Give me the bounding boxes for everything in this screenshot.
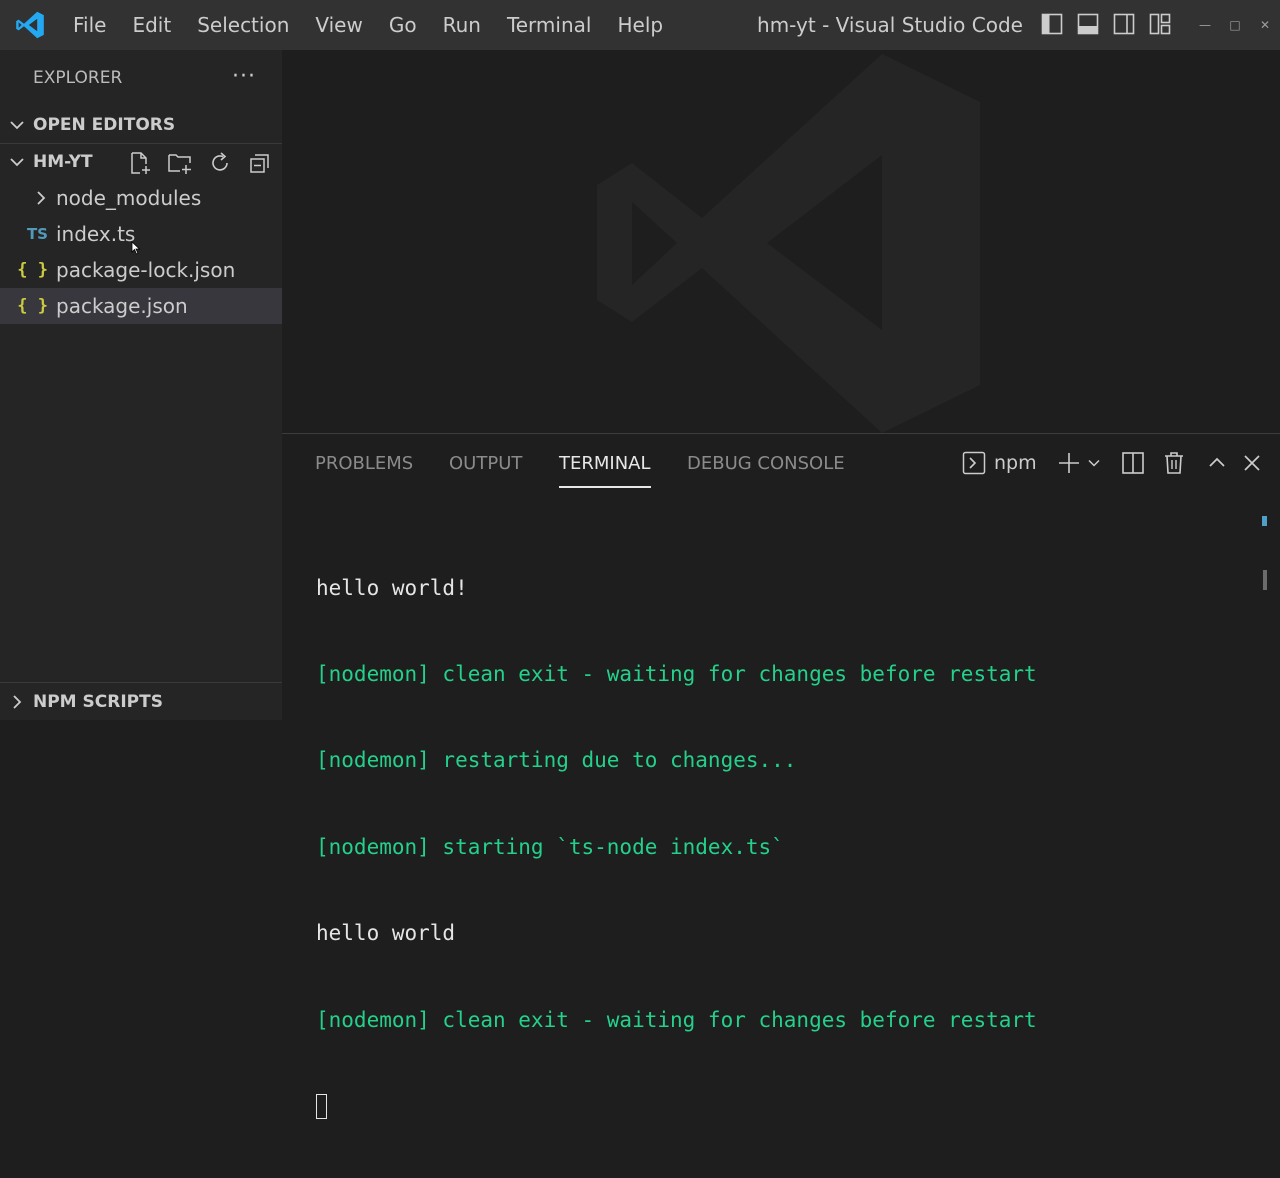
tree-item-label: package.json	[56, 294, 188, 318]
bottom-panel: PROBLEMS OUTPUT TERMINAL DEBUG CONSOLE n…	[282, 433, 1280, 1120]
menu-run[interactable]: Run	[430, 0, 494, 50]
tree-item-label: package-lock.json	[56, 258, 236, 282]
menu-go[interactable]: Go	[376, 0, 430, 50]
tree-item-label: node_modules	[56, 186, 202, 210]
terminal-line: [nodemon] restarting due to changes...	[316, 748, 797, 773]
menu-edit[interactable]: Edit	[119, 0, 184, 50]
menu-file[interactable]: File	[60, 0, 119, 50]
terminal-line: [nodemon] starting `ts-node index.ts`	[316, 834, 784, 859]
menu-bar: File Edit Selection View Go Run Terminal…	[60, 0, 676, 50]
explorer-sidebar: EXPLORER ··· OPEN EDITORS HM-YT node_mod…	[0, 50, 282, 720]
toggle-panel-icon[interactable]	[1076, 10, 1100, 38]
terminal-name[interactable]: npm	[994, 452, 1037, 474]
terminal-icon[interactable]	[962, 448, 986, 478]
close-window-icon[interactable]: ✕	[1250, 0, 1280, 50]
chevron-right-icon	[0, 694, 33, 710]
tree-item-package-lock-json[interactable]: { } package-lock.json	[0, 252, 282, 288]
tree-item-package-json[interactable]: { } package.json	[0, 288, 282, 324]
tree-item-index-ts[interactable]: TS index.ts	[0, 216, 282, 252]
new-file-icon[interactable]	[126, 149, 154, 177]
menu-selection[interactable]: Selection	[184, 0, 302, 50]
ellipsis-icon[interactable]: ···	[232, 64, 256, 89]
json-file-icon: { }	[0, 260, 56, 280]
tab-problems[interactable]: PROBLEMS	[315, 434, 413, 486]
title-bar: File Edit Selection View Go Run Terminal…	[0, 0, 1280, 50]
tree-item-label: index.ts	[56, 222, 136, 246]
customize-layout-icon[interactable]	[1148, 10, 1172, 38]
tab-terminal[interactable]: TERMINAL	[559, 434, 651, 488]
menu-view[interactable]: View	[302, 0, 375, 50]
layout-controls	[1040, 10, 1172, 38]
terminal-cursor	[316, 1094, 327, 1120]
vscode-logo-icon[interactable]	[0, 0, 60, 50]
menu-terminal[interactable]: Terminal	[494, 0, 605, 50]
plus-icon[interactable]	[1057, 448, 1081, 478]
maximize-icon[interactable]: □	[1220, 0, 1250, 50]
terminal-prompt[interactable]	[316, 1092, 1240, 1121]
editor-area	[282, 50, 1280, 433]
section-open-editors[interactable]: OPEN EDITORS	[0, 106, 282, 143]
terminal-scrollbar[interactable]	[1263, 570, 1267, 590]
terminal-output[interactable]: hello world! [nodemon] clean exit - wait…	[316, 516, 1240, 1178]
section-label: OPEN EDITORS	[33, 114, 176, 135]
collapse-all-icon[interactable]	[246, 149, 274, 177]
tab-output[interactable]: OUTPUT	[449, 434, 522, 486]
panel-actions: npm	[962, 448, 1261, 478]
menu-help[interactable]: Help	[604, 0, 676, 50]
toggle-secondary-sidebar-icon[interactable]	[1112, 10, 1136, 38]
terminal-line: [nodemon] clean exit - waiting for chang…	[316, 1007, 1037, 1032]
explorer-header: EXPLORER ···	[0, 50, 282, 106]
chevron-down-icon	[0, 154, 33, 170]
chevron-down-icon	[0, 117, 33, 133]
section-label: HM-YT	[33, 152, 93, 172]
chevron-down-icon[interactable]	[1087, 448, 1101, 478]
section-npm-scripts[interactable]: NPM SCRIPTS	[0, 682, 282, 720]
mouse-pointer-icon	[131, 241, 141, 255]
scrollbar-marker	[1262, 516, 1267, 526]
split-icon[interactable]	[1121, 448, 1145, 478]
section-project[interactable]: HM-YT	[0, 143, 282, 180]
typescript-file-icon: TS	[0, 225, 56, 243]
window-title: hm-yt - Visual Studio Code	[757, 13, 1023, 37]
chevron-right-icon	[0, 190, 56, 206]
new-folder-icon[interactable]	[166, 149, 194, 177]
explorer-actions	[126, 144, 274, 181]
json-icon-text: { }	[17, 260, 48, 280]
json-icon-text: { }	[17, 296, 48, 316]
close-icon[interactable]	[1243, 448, 1261, 478]
ts-icon-text: TS	[26, 225, 48, 243]
panel-tabs: PROBLEMS OUTPUT TERMINAL DEBUG CONSOLE n…	[282, 434, 1280, 492]
section-label: NPM SCRIPTS	[33, 691, 163, 712]
terminal-line: hello world!	[316, 575, 468, 600]
vscode-watermark-icon	[597, 54, 980, 433]
terminal-line: [nodemon] clean exit - waiting for chang…	[316, 661, 1037, 686]
window-controls: — □ ✕	[1190, 0, 1280, 50]
minimize-icon[interactable]: —	[1190, 0, 1220, 50]
toggle-primary-sidebar-icon[interactable]	[1040, 10, 1064, 38]
trash-icon[interactable]	[1163, 448, 1185, 478]
explorer-title: EXPLORER	[33, 68, 123, 88]
tab-debug-console[interactable]: DEBUG CONSOLE	[687, 434, 845, 486]
tree-item-node-modules[interactable]: node_modules	[0, 180, 282, 216]
json-file-icon: { }	[0, 296, 56, 316]
terminal-line: hello world	[316, 921, 456, 946]
refresh-icon[interactable]	[206, 149, 234, 177]
chevron-up-icon[interactable]	[1207, 448, 1227, 478]
